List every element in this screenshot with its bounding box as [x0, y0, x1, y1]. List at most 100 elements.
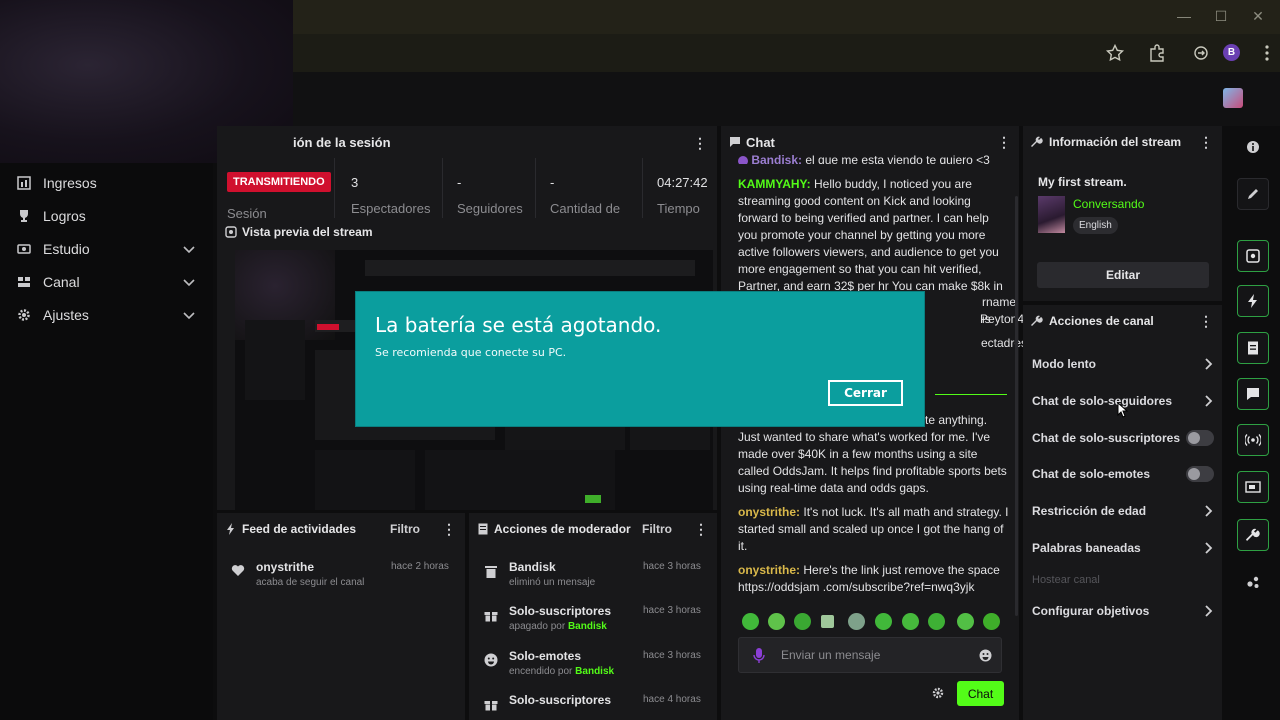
sidebar: Ingresos Logros Estudio Canal Ajustes: [0, 163, 213, 720]
rail-chat-icon[interactable]: [1237, 378, 1269, 410]
stream-title: My first stream.: [1038, 175, 1127, 189]
sidebar-item-label: Logros: [43, 208, 86, 224]
rail-preview-icon[interactable]: [1237, 240, 1269, 272]
emote-7[interactable]: [902, 613, 919, 630]
bookmark-star-icon[interactable]: [1105, 43, 1125, 63]
edit-layout-pencil-icon[interactable]: [1237, 178, 1269, 210]
category-link[interactable]: Conversando: [1073, 197, 1144, 211]
emoji-picker-icon[interactable]: [979, 649, 992, 662]
emote-8[interactable]: [928, 613, 945, 630]
chat-menu-icon[interactable]: ⋮: [997, 134, 1011, 151]
studio-icon: [17, 242, 31, 256]
stat-time-label: Tiempo: [657, 201, 700, 216]
chat-settings-gear-icon[interactable]: [932, 687, 944, 699]
browser-menu-icon[interactable]: [1257, 43, 1277, 63]
sidebar-item-estudio[interactable]: Estudio: [0, 234, 213, 264]
mod-item-title: Solo-emotes: [509, 649, 582, 663]
chevron-right-icon: [1205, 605, 1213, 617]
feed-item-user[interactable]: onystrithe: [256, 560, 314, 574]
category-thumbnail[interactable]: [1038, 196, 1065, 233]
action-slow-mode[interactable]: Modo lento: [1032, 352, 1217, 376]
action-age-restriction[interactable]: Restricción de edad: [1032, 499, 1217, 523]
wrench-icon: [1031, 136, 1043, 148]
emote-3[interactable]: [794, 613, 811, 630]
emote-1[interactable]: [742, 613, 759, 630]
rail-nodes-icon[interactable]: [1237, 566, 1269, 598]
action-configure-goals[interactable]: Configurar objetivos: [1032, 599, 1217, 623]
chat-message: Bandisk: el que me esta viendo te quiero…: [738, 152, 990, 164]
extensions-icon[interactable]: [1147, 43, 1167, 63]
mod-item-time: hace 3 horas: [643, 561, 701, 572]
mod-item-sub: eliminó un mensaje: [509, 577, 596, 588]
microphone-icon[interactable]: [753, 648, 765, 664]
chat-text-fragment: te anything.: [925, 413, 988, 427]
rail-document-icon[interactable]: [1237, 332, 1269, 364]
rail-broadcast-icon[interactable]: [1237, 424, 1269, 456]
chat-title: Chat: [746, 135, 775, 150]
mod-item-time: hace 4 horas: [643, 694, 701, 705]
feed-menu-icon[interactable]: ⋮: [442, 521, 456, 538]
info-icon[interactable]: [1237, 131, 1269, 163]
sync-icon[interactable]: [1191, 43, 1211, 63]
chat-scrollbar[interactable]: [1015, 196, 1018, 616]
stream-info-menu-icon[interactable]: ⋮: [1199, 134, 1213, 151]
stat-amount-value: -: [550, 175, 555, 190]
gift-icon: [484, 697, 498, 711]
emotes-only-toggle[interactable]: [1186, 466, 1214, 482]
edit-button[interactable]: Editar: [1037, 262, 1209, 288]
preview-title: Vista previa del stream: [242, 225, 373, 239]
bar-chart-icon: [17, 176, 31, 190]
moderator-actions-panel: Acciones de moderador Filtro ⋮ Bandisk e…: [469, 513, 717, 720]
sidebar-item-ajustes[interactable]: Ajustes: [0, 300, 213, 330]
dialog-message: Se recomienda que conecte su PC.: [375, 346, 567, 359]
session-panel: ión de la sesión ⋮ TRANSMITIENDO Sesión …: [217, 126, 717, 221]
emote-10[interactable]: [983, 613, 1000, 630]
language-tag: English: [1073, 217, 1118, 234]
mod-menu-icon[interactable]: ⋮: [694, 521, 708, 538]
sidebar-item-canal[interactable]: Canal: [0, 267, 213, 297]
session-menu-icon[interactable]: ⋮: [693, 135, 707, 152]
sidebar-item-logros[interactable]: Logros: [0, 201, 213, 231]
stat-viewers-label: Espectadores: [351, 201, 431, 216]
action-subscribers-only[interactable]: Chat de solo-suscriptores: [1032, 426, 1217, 450]
subscribers-only-toggle[interactable]: [1186, 430, 1214, 446]
channel-actions-menu-icon[interactable]: ⋮: [1199, 313, 1213, 330]
user-avatar[interactable]: [1223, 88, 1243, 108]
session-title: ión de la sesión: [293, 135, 391, 150]
sidebar-item-label: Ajustes: [43, 307, 89, 323]
maximize-button[interactable]: ☐: [1211, 8, 1231, 25]
emote-face-icon: [484, 653, 498, 667]
emote-9[interactable]: [957, 613, 974, 630]
close-window-button[interactable]: ✕: [1248, 8, 1268, 25]
channel-icon: [17, 275, 31, 289]
emote-5[interactable]: [848, 613, 865, 630]
mod-item-time: hace 3 horas: [643, 650, 701, 661]
rail-video-icon[interactable]: [1237, 471, 1269, 503]
minimize-button[interactable]: —: [1174, 8, 1194, 24]
mod-filter-button[interactable]: Filtro: [642, 522, 672, 536]
action-emotes-only[interactable]: Chat de solo-emotes: [1032, 462, 1217, 486]
sidebar-item-ingresos[interactable]: Ingresos: [0, 168, 213, 198]
heart-icon: [231, 564, 245, 577]
feed-item-time: hace 2 horas: [391, 561, 449, 572]
new-messages-divider: [935, 394, 1007, 395]
emote-6[interactable]: [875, 613, 892, 630]
rail-wrench-icon[interactable]: [1237, 519, 1269, 551]
mod-item-title: Bandisk: [509, 560, 556, 574]
chat-text-fragment: ectadres: [981, 336, 1028, 350]
gear-icon: [17, 308, 31, 322]
send-chat-button[interactable]: Chat: [957, 681, 1004, 706]
chat-input-placeholder: Enviar un mensaje: [781, 648, 881, 662]
emote-4[interactable]: [821, 615, 834, 628]
stat-viewers-value: 3: [351, 175, 359, 190]
action-banned-words[interactable]: Palabras baneadas: [1032, 536, 1217, 560]
right-rail: [1227, 126, 1280, 720]
chat-input-box[interactable]: Enviar un mensaje: [738, 637, 1002, 673]
trash-icon: [485, 565, 497, 578]
profile-avatar[interactable]: B: [1223, 44, 1240, 61]
rail-lightning-icon[interactable]: [1237, 285, 1269, 317]
stat-followers-value: -: [457, 175, 462, 190]
close-dialog-button[interactable]: Cerrar: [828, 380, 903, 406]
emote-2[interactable]: [768, 613, 785, 630]
feed-filter-button[interactable]: Filtro: [390, 522, 420, 536]
